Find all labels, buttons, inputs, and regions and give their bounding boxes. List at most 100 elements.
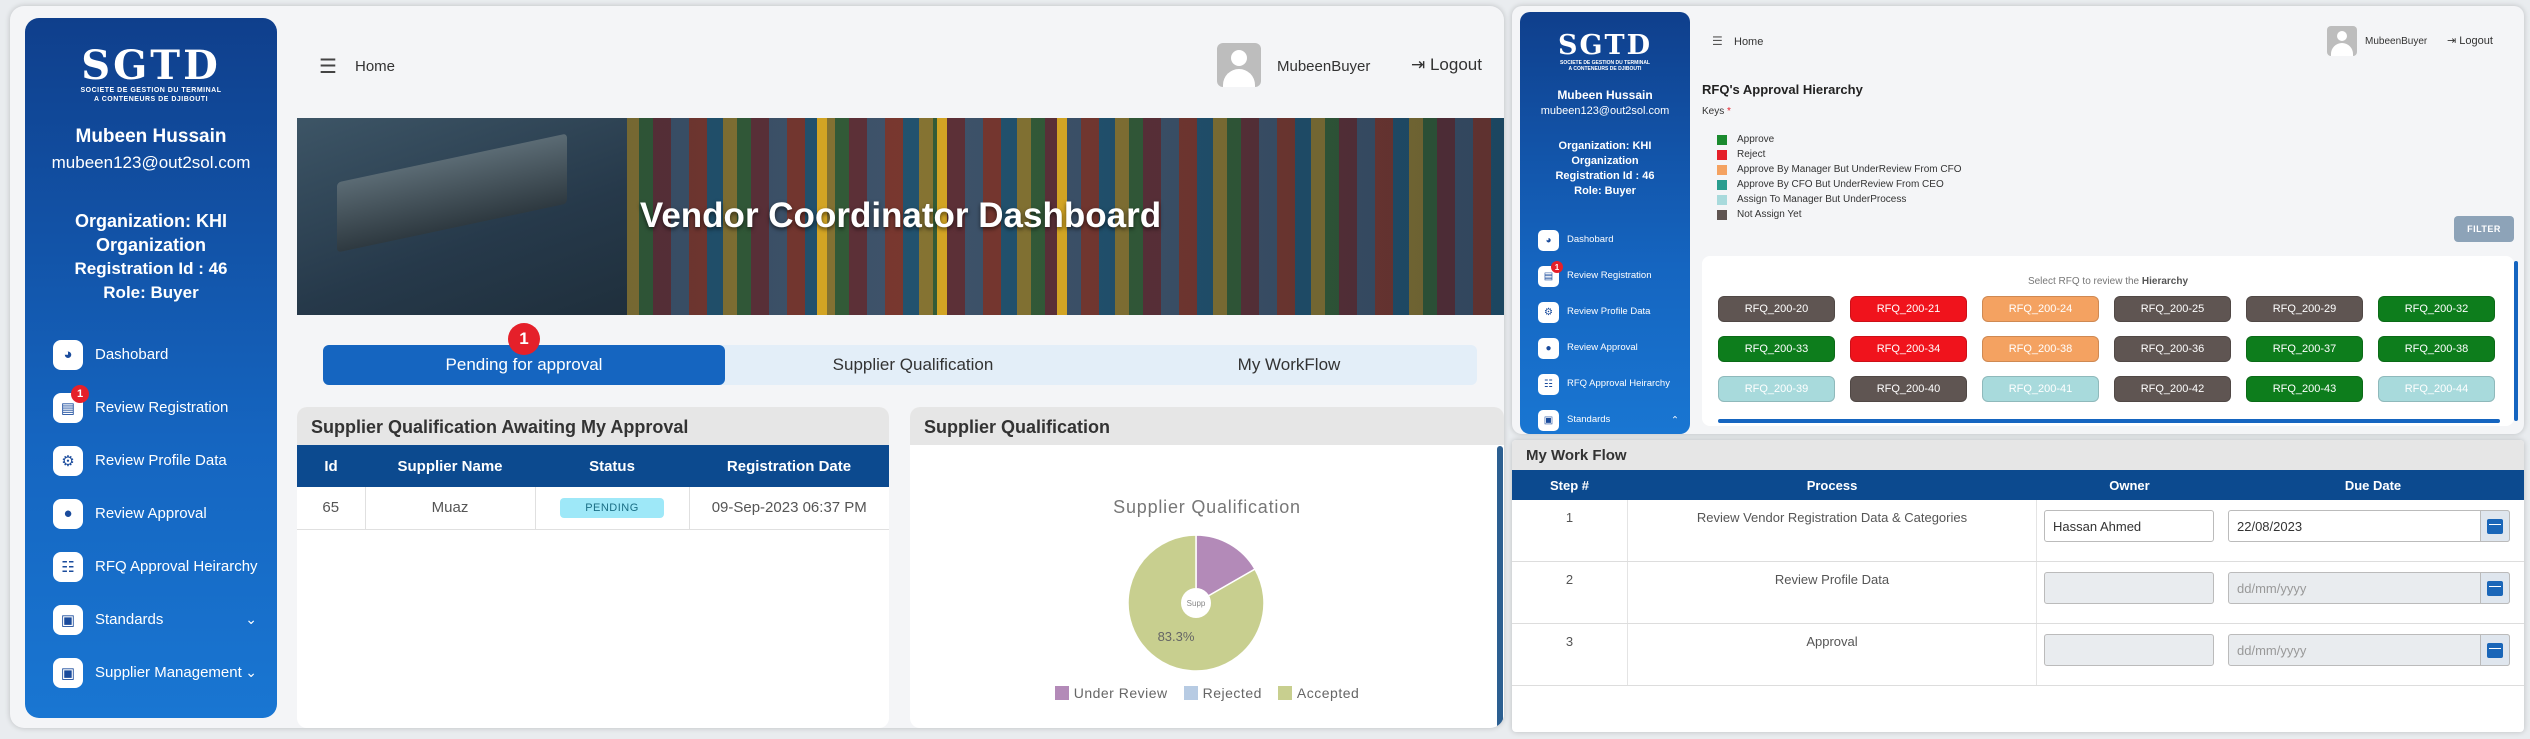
card-title: My Work Flow: [1512, 440, 2524, 470]
legend-item[interactable]: Rejected: [1183, 685, 1262, 701]
sidebar-item-rfq-approval-heirarchy[interactable]: ☷ RFQ Approval Heirarchy: [53, 540, 263, 593]
user-gear-icon: ⚙: [1538, 301, 1559, 323]
due-date-field[interactable]: dd/mm/yyyy: [2228, 634, 2510, 666]
page-title: Vendor Coordinator Dashboard: [639, 196, 1162, 235]
column-header: Step #: [1549, 477, 1589, 493]
sidebar-item-review-approval[interactable]: ● Review Approval: [53, 487, 263, 540]
column-header: Owner: [2109, 477, 2150, 493]
rfq-button[interactable]: RFQ_200-34: [1850, 336, 1967, 362]
tab-supplier-qualification[interactable]: Supplier Qualification: [725, 345, 1101, 385]
rfq-button[interactable]: RFQ_200-37: [2246, 336, 2363, 362]
sidebar-item-review-approval[interactable]: ● Review Approval: [1538, 330, 1683, 366]
user-profile: Mubeen Hussain mubeen123@out2sol.com: [1520, 88, 1690, 117]
logout-button[interactable]: ⇥ Logout: [2447, 34, 2493, 47]
dashboard-banner: Vendor Coordinator Dashboard: [297, 118, 1504, 315]
sidebar-item-dashboard[interactable]: ◕ Dashobard: [53, 328, 263, 381]
legend-swatch-rejected: [1183, 686, 1198, 700]
cell-supplier-name: Muaz: [365, 487, 536, 530]
key-not-assigned: Not Assign Yet: [1717, 207, 1962, 222]
rfq-button[interactable]: RFQ_200-40: [1850, 376, 1967, 402]
pie-data-label: 83.3%: [1158, 629, 1195, 644]
scrollbar[interactable]: [1718, 419, 2500, 423]
rfq-grid: RFQ_200-20 RFQ_200-21 RFQ_200-24 RFQ_200-25…: [1718, 296, 2498, 402]
calendar-button[interactable]: [2480, 634, 2510, 666]
owner-field[interactable]: Hassan Ahmed: [2044, 510, 2214, 542]
hamburger-menu-icon[interactable]: ☰: [1712, 34, 1723, 48]
chat-icon: ●: [1538, 337, 1559, 359]
user-role: Role: Buyer: [103, 283, 199, 302]
calendar-button[interactable]: [2480, 572, 2510, 604]
sidebar-item-review-registration[interactable]: ▤ 1 Review Registration: [1538, 258, 1683, 294]
scrollbar[interactable]: [1497, 446, 1503, 728]
cell-registration-date: 09-Sep-2023 06:37 PM: [689, 487, 889, 530]
user-organization: Organization: KHI Organization Registrat…: [25, 209, 277, 305]
chart-legend: Under Review Rejected Accepted: [910, 685, 1504, 701]
sidebar-item-supplier-management[interactable]: ▣ Supplier Management ⌄: [53, 646, 263, 699]
sidebar-item-standards[interactable]: ▣ Standards ⌄: [53, 593, 263, 646]
sidebar-item-standards[interactable]: ▣ Standards ⌃: [1538, 402, 1683, 434]
breadcrumb-home[interactable]: Home: [355, 58, 395, 75]
sidebar-item-dashboard[interactable]: ◕ Dashobard: [1538, 222, 1683, 258]
user-name: Mubeen Hussain: [1557, 88, 1653, 102]
card-title: Supplier Qualification Awaiting My Appro…: [297, 407, 889, 445]
table-row: 3 Approval dd/mm/yyyy: [1512, 624, 2524, 686]
top-bar: ☰ Home MubeenBuyer ⇥ Logout: [307, 36, 1497, 96]
owner-field[interactable]: [2044, 634, 2214, 666]
table-row[interactable]: 65 Muaz PENDING 09-Sep-2023 06:37 PM: [297, 487, 889, 530]
rfq-button[interactable]: RFQ_200-25: [2114, 296, 2231, 322]
breadcrumb-home[interactable]: Home: [1734, 36, 1763, 48]
awaiting-approval-card: Supplier Qualification Awaiting My Appro…: [297, 407, 889, 728]
rfq-button[interactable]: RFQ_200-24: [1982, 296, 2099, 322]
cell-process: Approval: [1627, 624, 2037, 685]
sidebar-item-review-registration[interactable]: ▤ 1 Review Registration: [53, 381, 263, 434]
scrollbar[interactable]: [2514, 261, 2518, 421]
avatar[interactable]: [1217, 43, 1261, 87]
sidebar-item-review-profile-data[interactable]: ⚙ Review Profile Data: [53, 434, 263, 487]
user-name: Mubeen Hussain: [75, 126, 227, 147]
tab-pending-for-approval[interactable]: Pending for approval 1: [323, 323, 725, 385]
chat-icon: ●: [53, 498, 83, 529]
hamburger-menu-icon[interactable]: ☰: [319, 54, 337, 79]
sidebar-item-review-profile-data[interactable]: ⚙ Review Profile Data: [1538, 294, 1683, 330]
chevron-up-icon: ⌃: [1671, 414, 1679, 426]
rfq-button[interactable]: RFQ_200-33: [1718, 336, 1835, 362]
notification-badge: 1: [508, 323, 540, 355]
hierarchy-icon: ☷: [53, 551, 83, 582]
sidebar: SGTD SOCIETE DE GESTION DU TERMINAL A CO…: [25, 18, 277, 718]
rfq-button[interactable]: RFQ_200-20: [1718, 296, 1835, 322]
user-email: mubeen123@out2sol.com: [51, 153, 251, 172]
hierarchy-icon: ☷: [1538, 373, 1559, 395]
rfq-button[interactable]: RFQ_200-42: [2114, 376, 2231, 402]
rfq-button[interactable]: RFQ_200-36: [2114, 336, 2231, 362]
supplier-qualification-card: Supplier Qualification Supplier Qualific…: [910, 407, 1504, 728]
avatar[interactable]: [2327, 26, 2357, 56]
rfq-button[interactable]: RFQ_200-29: [2246, 296, 2363, 322]
rfq-button[interactable]: RFQ_200-38: [2378, 336, 2495, 362]
rfq-button[interactable]: RFQ_200-44: [2378, 376, 2495, 402]
sgtd-logo: SGTD SOCIETE DE GESTION DU TERMINAL A CO…: [80, 42, 222, 104]
user-profile: Mubeen Hussain mubeen123@out2sol.com: [25, 126, 277, 173]
legend-item[interactable]: Accepted: [1277, 685, 1359, 701]
filter-button[interactable]: FILTER: [2454, 216, 2514, 242]
calendar-button[interactable]: [2480, 510, 2510, 542]
logout-button[interactable]: ⇥ Logout: [1411, 55, 1482, 75]
legend-swatch-under-review: [1054, 686, 1069, 700]
sidebar-item-rfq-approval-heirarchy[interactable]: ☷ RFQ Approval Heirarchy: [1538, 366, 1683, 402]
legend-item[interactable]: Under Review: [1054, 685, 1168, 701]
rfq-button[interactable]: RFQ_200-43: [2246, 376, 2363, 402]
table-row: 1 Review Vendor Registration Data & Cate…: [1512, 500, 2524, 562]
notification-badge: 1: [71, 385, 89, 403]
rfq-button[interactable]: RFQ_200-39: [1718, 376, 1835, 402]
tab-my-workflow[interactable]: My WorkFlow: [1101, 345, 1477, 385]
cell-id: 65: [297, 487, 366, 530]
notification-badge: 1: [1551, 261, 1563, 273]
rfq-button[interactable]: RFQ_200-32: [2378, 296, 2495, 322]
cell-process: Review Vendor Registration Data & Catego…: [1627, 500, 2037, 561]
column-header: Registration Date: [689, 445, 889, 487]
rfq-button[interactable]: RFQ_200-41: [1982, 376, 2099, 402]
due-date-field[interactable]: dd/mm/yyyy: [2228, 572, 2510, 604]
owner-field[interactable]: [2044, 572, 2214, 604]
due-date-field[interactable]: 22/08/2023: [2228, 510, 2510, 542]
rfq-button[interactable]: RFQ_200-21: [1850, 296, 1967, 322]
rfq-button[interactable]: RFQ_200-38: [1982, 336, 2099, 362]
